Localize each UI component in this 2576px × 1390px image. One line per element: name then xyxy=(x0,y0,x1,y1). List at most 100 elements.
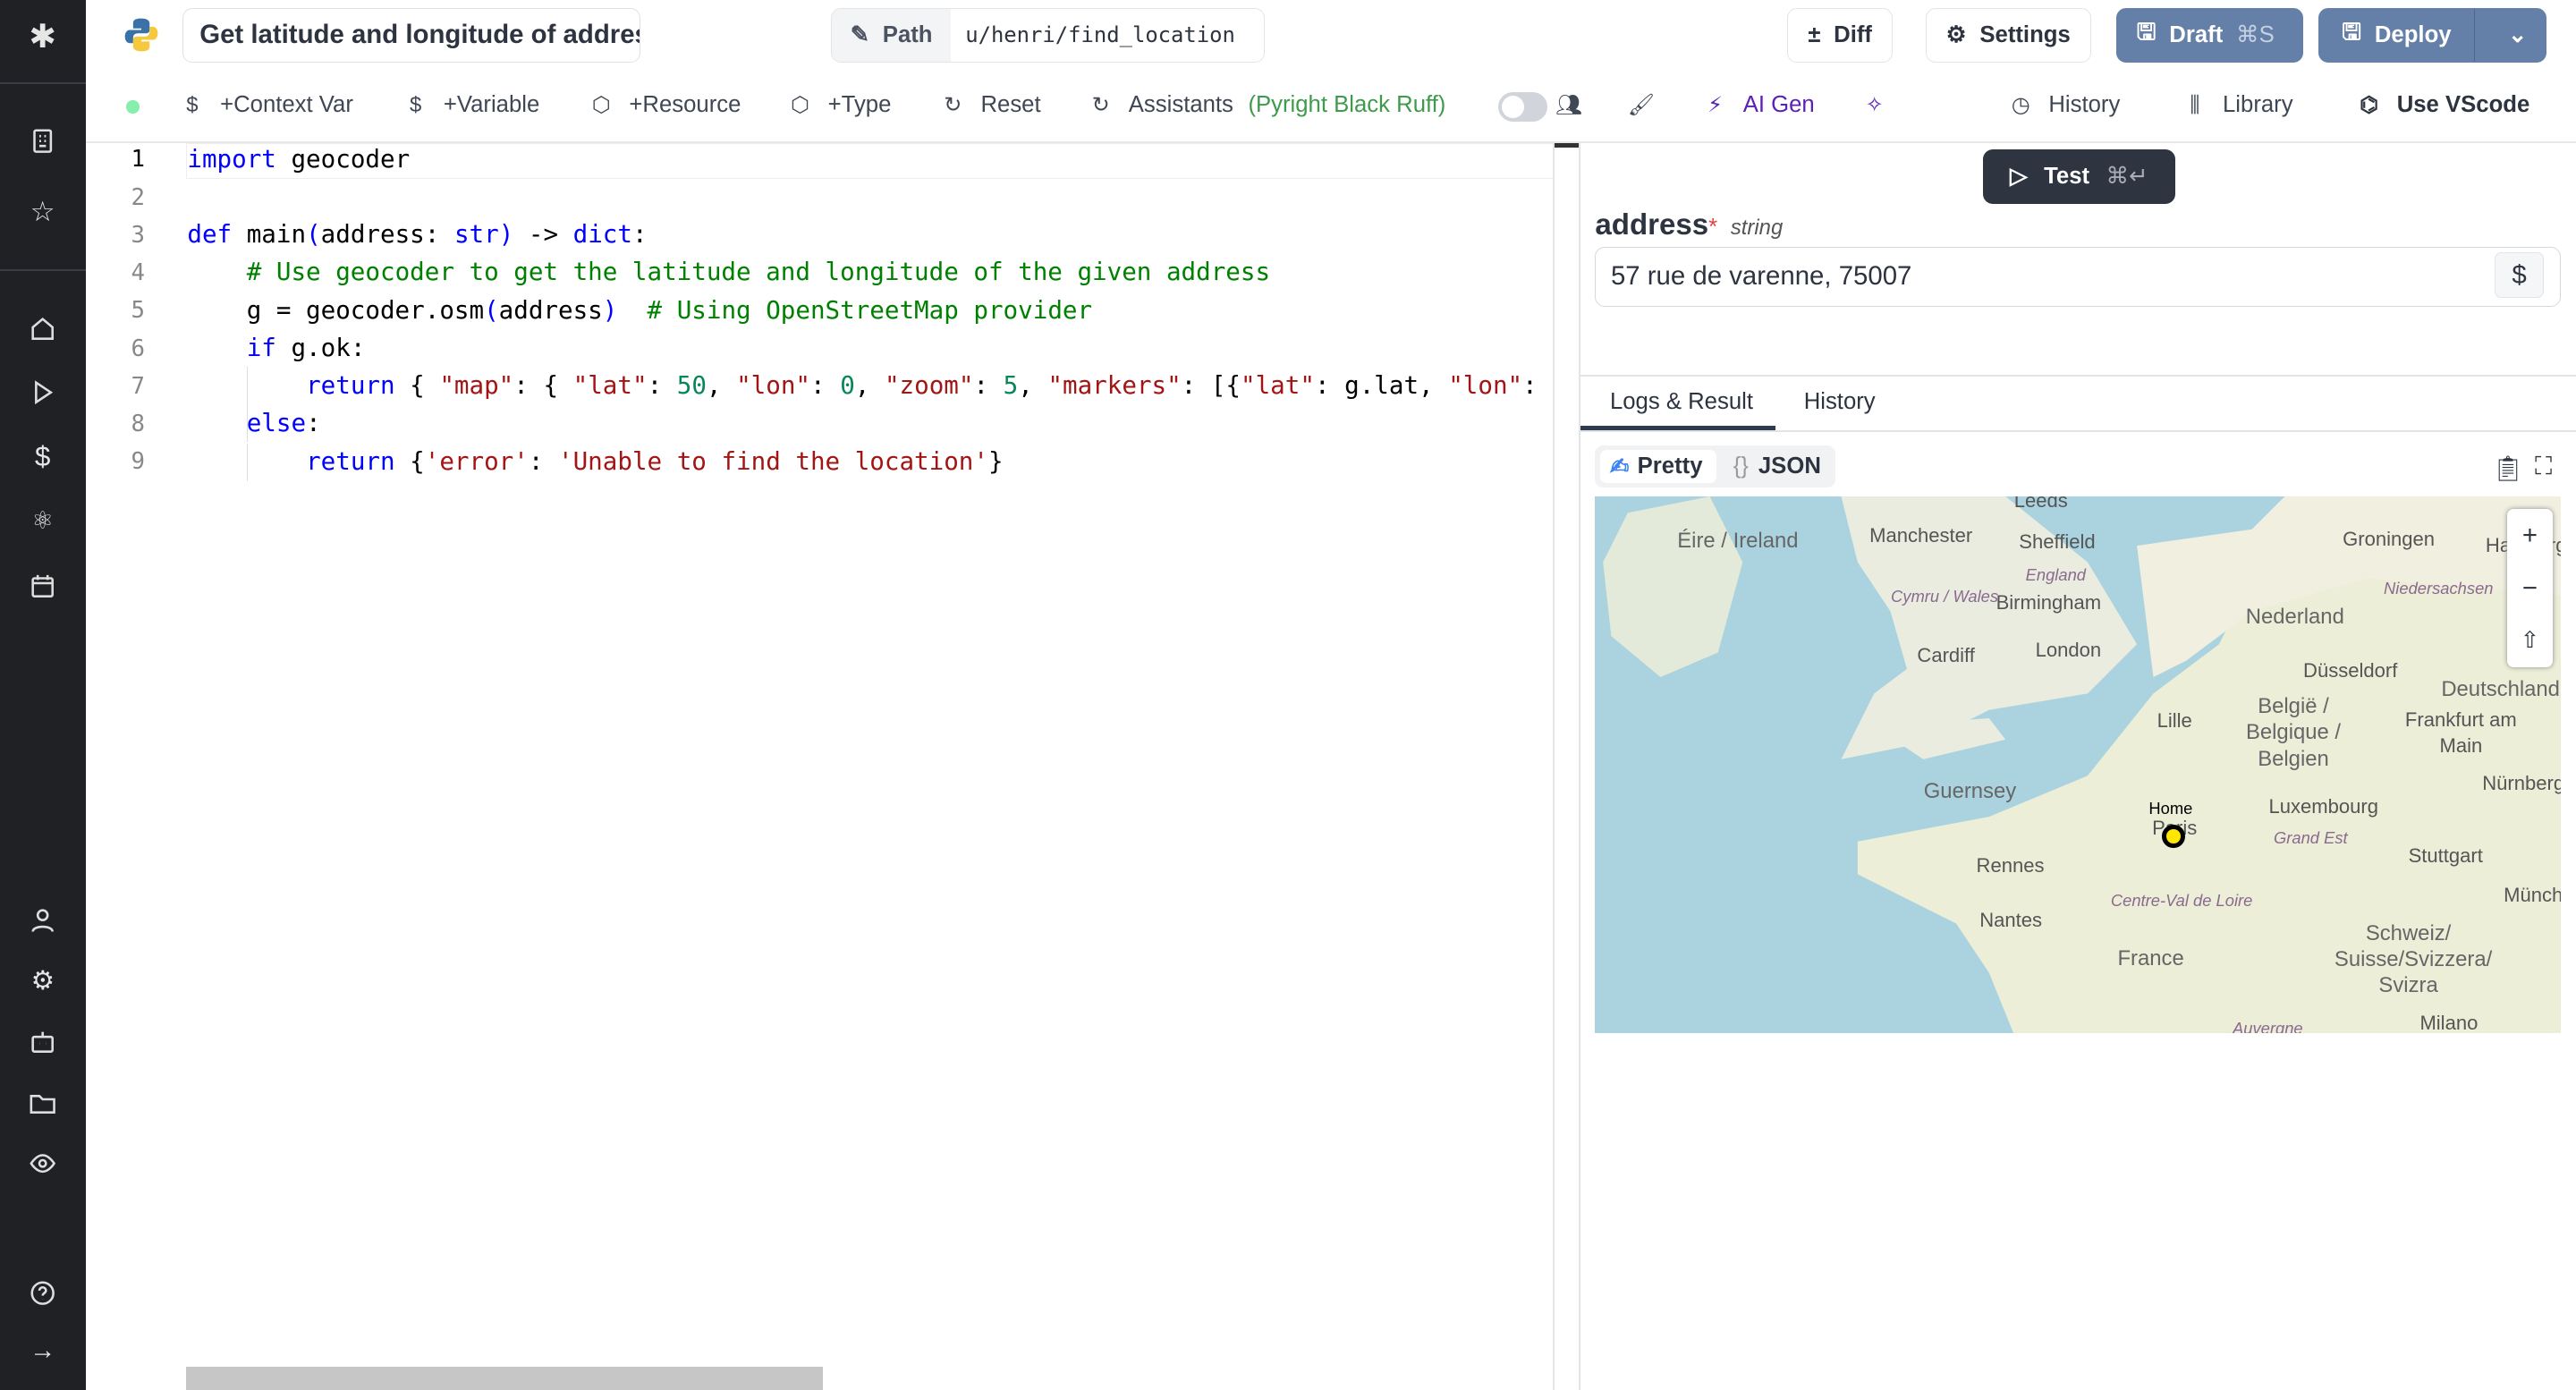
sparkle-icon[interactable]: ✧ xyxy=(1861,92,1887,118)
code-line[interactable]: return { "map": { "lat": 50, "lon": 0, "… xyxy=(187,371,1554,400)
assistants-button[interactable]: ↻ Assistants (Pyright Black Ruff) xyxy=(1088,92,1446,118)
star-icon[interactable]: ☆ xyxy=(26,196,59,229)
code-token: g.ok: xyxy=(275,333,366,362)
deploy-main[interactable]: 🖫 Deploy xyxy=(2319,9,2476,62)
clipboard-icon[interactable]: 📋︎ xyxy=(2492,453,2523,483)
map-label: Birmingham xyxy=(1996,591,2102,614)
code-line[interactable]: else: xyxy=(187,409,1554,437)
code-token: "lat" xyxy=(1241,371,1315,401)
code-line[interactable]: return {'error': 'Unable to find the loc… xyxy=(187,447,1554,476)
users-icon[interactable]: 👥︎ xyxy=(1555,92,1582,118)
dollar-insert-button[interactable]: $ xyxy=(2494,252,2545,299)
pane-splitter[interactable] xyxy=(1579,142,1580,1390)
path-label: Path xyxy=(882,21,933,47)
code-line[interactable]: # Use geocoder to get the latitude and l… xyxy=(187,258,1554,286)
home-icon[interactable] xyxy=(26,312,59,345)
address-value[interactable]: 57 rue de varenne, 75007 xyxy=(1611,261,1911,292)
path-field[interactable]: ✎ Path u/henri/find_location xyxy=(831,8,1266,63)
type-button[interactable]: ⬡ +Type xyxy=(787,92,891,118)
bot-icon[interactable] xyxy=(26,1025,59,1058)
code-editor[interactable] xyxy=(85,142,1555,1390)
logo-icon[interactable]: ✱ xyxy=(26,18,59,55)
toggle[interactable] xyxy=(1498,91,1548,122)
code-line[interactable]: def main(address: str) -> dict: xyxy=(187,220,1554,249)
map-label: Leeds xyxy=(2013,496,2068,513)
path-label-box: ✎ Path xyxy=(832,9,951,62)
reset-north-button[interactable]: ⇧ xyxy=(2507,614,2553,667)
address-input[interactable]: 57 rue de varenne, 75007 $ xyxy=(1595,246,2562,308)
dollar-icon[interactable]: $ xyxy=(26,440,59,473)
save-icon: 🖫 xyxy=(2136,19,2157,45)
help-icon[interactable] xyxy=(26,1276,59,1309)
pretty-label: Pretty xyxy=(1637,453,1703,479)
summary-value[interactable]: Get latitude and longitude of address xyxy=(199,20,640,50)
building-icon[interactable] xyxy=(26,125,59,158)
code-token: ) xyxy=(602,295,618,325)
reset-button[interactable]: ↻ Reset xyxy=(940,92,1040,118)
resources-icon[interactable]: ⚛ xyxy=(26,504,59,538)
map-label: Auvergne xyxy=(2233,1018,2303,1034)
ai-gen-button[interactable]: ⚡︎ AI Gen xyxy=(1702,92,1815,118)
map-zoom-controls: + − ⇧ xyxy=(2506,509,2554,667)
vertical-scrollbar-track[interactable] xyxy=(1552,142,1555,1390)
view-toggle: ✍︎ Pretty {} JSON xyxy=(1595,445,1835,488)
folder-icon[interactable] xyxy=(26,1086,59,1119)
map-label: Cymru / Wales xyxy=(1891,586,1999,606)
zoom-in-button[interactable]: + xyxy=(2507,509,2553,562)
code-token: main xyxy=(232,220,307,250)
code-token: def xyxy=(187,220,233,250)
code-line[interactable]: import geocoder xyxy=(187,145,1554,174)
code-token: return xyxy=(306,371,395,401)
map-label: Centre-Val de Loire xyxy=(2110,890,2253,910)
tab-history[interactable]: History xyxy=(1804,389,1876,415)
user-icon[interactable] xyxy=(26,903,59,937)
library-button[interactable]: ⫼ Library xyxy=(2182,92,2292,118)
pretty-view-button[interactable]: ✍︎ Pretty xyxy=(1599,450,1717,483)
dollar-icon: $ xyxy=(186,92,199,117)
play-icon[interactable] xyxy=(26,377,59,410)
map-label: Nantes xyxy=(1979,908,2043,931)
map-marker[interactable] xyxy=(2162,825,2185,848)
history-icon: ◷ xyxy=(2011,93,2030,118)
eye-icon[interactable] xyxy=(26,1147,59,1180)
brush-icon[interactable]: 🖌︎ xyxy=(1628,92,1655,118)
tab-logs-result[interactable]: Logs & Result xyxy=(1610,389,1753,415)
history-button[interactable]: ◷ History xyxy=(2007,92,2121,118)
variable-button[interactable]: $ +Variable xyxy=(402,92,539,118)
deploy-button[interactable]: 🖫 Deploy ⌄ xyxy=(2318,8,2546,63)
resource-button[interactable]: ⬡ +Resource xyxy=(589,92,741,118)
map[interactable]: Leeds Éire / Ireland Manchester Sheffield En… xyxy=(1595,496,2562,1034)
test-button[interactable]: ▷ Test ⌘↵ xyxy=(1982,149,2175,204)
code-token: if xyxy=(246,333,276,362)
code-token: ( xyxy=(306,220,321,250)
line-number: 2 xyxy=(131,183,145,211)
map-label: Niedersachsen xyxy=(2384,578,2494,598)
divider xyxy=(0,81,86,84)
summary-input[interactable]: Get latitude and longitude of address xyxy=(182,8,641,63)
label: +Resource xyxy=(629,92,741,118)
zoom-out-button[interactable]: − xyxy=(2507,562,2553,614)
settings-button[interactable]: ⚙ Settings xyxy=(1925,8,2091,63)
json-view-button[interactable]: {} JSON xyxy=(1733,450,1821,483)
code-token: g = geocoder.osm xyxy=(187,295,485,325)
path-value[interactable]: u/henri/find_location xyxy=(951,9,1250,62)
code-line[interactable]: g = geocoder.osm(address) # Using OpenSt… xyxy=(187,296,1554,325)
code-token: ) xyxy=(498,220,514,250)
test-label: Test xyxy=(2044,163,2090,189)
label: AI Gen xyxy=(1742,92,1815,118)
horizontal-scrollbar[interactable] xyxy=(185,1367,824,1390)
calendar-icon[interactable] xyxy=(26,570,59,603)
code-line[interactable]: if g.ok: xyxy=(187,334,1554,362)
code-token: 5 xyxy=(1003,371,1019,401)
diff-button[interactable]: ± Diff xyxy=(1787,8,1894,63)
chevron-down-icon[interactable]: ⌄ xyxy=(2488,21,2547,48)
context-var-button[interactable]: $ +Context Var xyxy=(179,92,353,118)
gear-icon[interactable]: ⚙ xyxy=(26,964,59,997)
use-vscode-button[interactable]: ⌬ Use VScode xyxy=(2356,92,2529,118)
fullscreen-icon[interactable]: ⛶ xyxy=(2535,452,2552,481)
divider xyxy=(0,269,86,272)
expand-arrow-icon[interactable]: → xyxy=(26,1334,59,1367)
draft-button[interactable]: 🖫 Draft ⌘S xyxy=(2115,8,2304,63)
